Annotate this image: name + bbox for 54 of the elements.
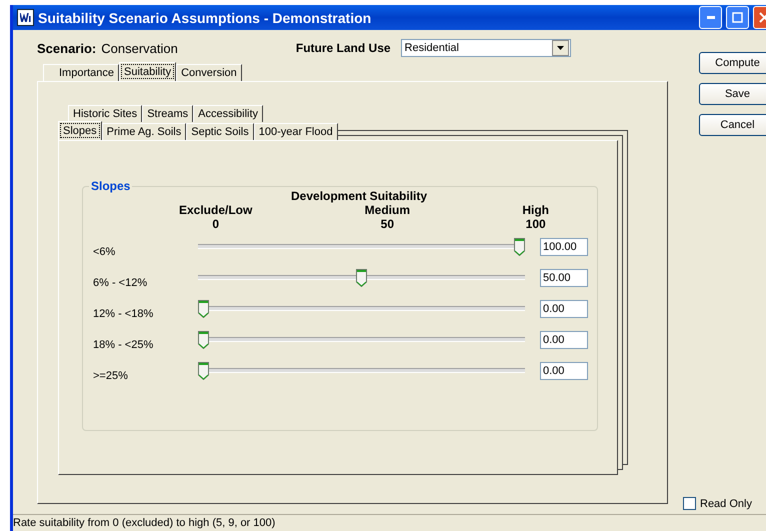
- slider-track[interactable]: [198, 362, 525, 380]
- future-land-use-label: Future Land Use: [296, 41, 391, 55]
- scenario-name: Conservation: [101, 40, 178, 56]
- value-field[interactable]: 100.00: [540, 238, 588, 256]
- tab[interactable]: Streams: [142, 105, 194, 122]
- maximize-button[interactable]: [726, 6, 749, 29]
- tab[interactable]: Importance: [43, 64, 120, 81]
- minimize-button[interactable]: [699, 6, 722, 29]
- row-label: 12% - <18%: [93, 306, 154, 320]
- dialog-button[interactable]: Compute: [699, 52, 766, 74]
- tab[interactable]: Historic Sites: [68, 105, 142, 122]
- row-label: <6%: [93, 244, 116, 258]
- dialog-button[interactable]: Save: [699, 83, 766, 105]
- group-title: Slopes: [90, 179, 132, 193]
- dialog-button[interactable]: Cancel: [699, 114, 766, 136]
- tab[interactable]: Septic Soils: [186, 123, 254, 140]
- slider-track[interactable]: [198, 238, 525, 256]
- scale-label: High: [522, 203, 549, 217]
- scenario-label: Scenario:: [37, 40, 96, 56]
- tab[interactable]: Slopes: [58, 121, 102, 140]
- slider-thumb[interactable]: [198, 300, 209, 318]
- slider-thumb[interactable]: [198, 362, 209, 380]
- scale-heading: Development Suitability: [291, 189, 428, 203]
- scale-label: Exclude/Low: [179, 203, 252, 217]
- app-logo-icon: [17, 9, 34, 26]
- row-label: 6% - <12%: [93, 276, 148, 288]
- slider-thumb[interactable]: [356, 268, 367, 286]
- status-bar: Rate suitability from 0 (excluded) to high (5, 9, or 100): [13, 514, 766, 531]
- land-use-dropdown[interactable]: Residential: [400, 39, 571, 57]
- value-field[interactable]: 0.00: [540, 300, 588, 318]
- tab[interactable]: Accessibility: [193, 105, 264, 122]
- value-field[interactable]: 0.00: [540, 362, 588, 380]
- window-title: Suitability Scenario Assumptions - Demonstration: [38, 10, 372, 26]
- scale-value: 100: [526, 217, 546, 231]
- slider-thumb[interactable]: [514, 238, 525, 256]
- value-field[interactable]: 50.00: [540, 268, 588, 286]
- tab[interactable]: Suitability: [119, 62, 176, 81]
- read-only-checkbox[interactable]: [683, 497, 696, 510]
- tab[interactable]: Conversion: [176, 64, 242, 81]
- tab[interactable]: Prime Ag. Soils: [102, 123, 186, 140]
- slider-thumb[interactable]: [198, 330, 209, 348]
- tab[interactable]: 100-year Flood: [254, 123, 338, 140]
- maximize-icon[interactable]: [732, 12, 743, 23]
- slider-track[interactable]: [198, 300, 525, 318]
- row-label: >=25%: [93, 368, 129, 382]
- slider-track[interactable]: [198, 268, 525, 286]
- minimize-icon[interactable]: [706, 16, 714, 19]
- row-label: 18% - <25%: [93, 338, 154, 350]
- checkbox-label: Read Only: [700, 498, 752, 510]
- scale-value: 0: [212, 217, 220, 231]
- scale-label: Medium: [364, 203, 410, 217]
- slider-track[interactable]: [198, 330, 525, 348]
- scale-value: 50: [380, 217, 394, 231]
- value-field[interactable]: 0.00: [540, 330, 588, 348]
